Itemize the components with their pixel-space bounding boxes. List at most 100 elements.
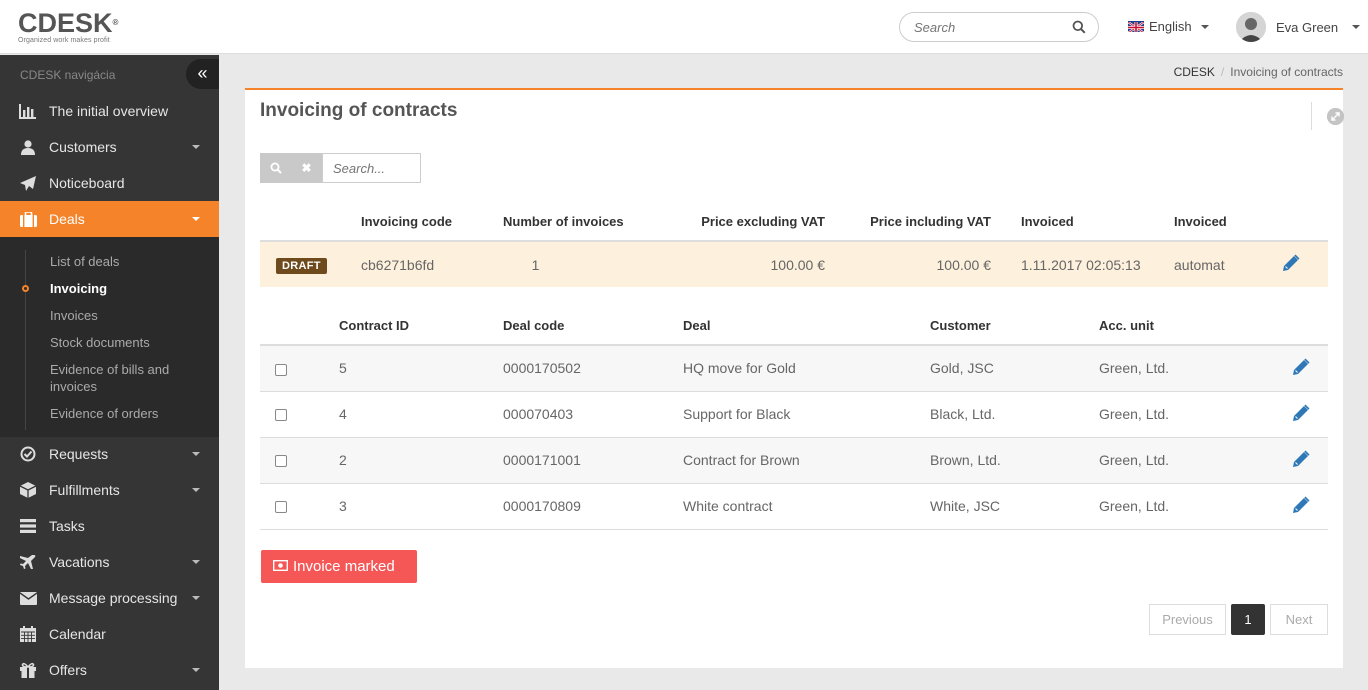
bar-chart-icon [19, 103, 37, 119]
sidebar-item-fulfillments[interactable]: Fulfillments [0, 472, 219, 508]
global-search [899, 12, 1099, 42]
submenu-item-list-of-deals[interactable]: List of deals [50, 253, 200, 270]
sidebar-item-message-processing[interactable]: Message processing [0, 580, 219, 616]
column-header-actions [1259, 307, 1328, 346]
breadcrumb-separator: / [1220, 65, 1225, 79]
submenu-item-invoices[interactable]: Invoices [50, 307, 200, 324]
edit-pencil-icon[interactable] [1291, 403, 1311, 426]
expand-icon[interactable] [1327, 108, 1344, 125]
pagination: Previous 1 Next [1149, 604, 1328, 635]
edit-pencil-icon[interactable] [1291, 449, 1311, 472]
column-header-price-excl-vat[interactable]: Price excluding VAT [653, 203, 825, 242]
column-header-customer[interactable]: Customer [930, 307, 1099, 346]
chevron-down-icon [192, 452, 200, 456]
contract-id-cell: 5 [339, 345, 503, 392]
pagination-next[interactable]: Next [1270, 604, 1328, 635]
row-checkbox[interactable] [275, 501, 287, 514]
cube-icon [19, 482, 37, 498]
chevron-down-icon [1200, 24, 1209, 29]
chevron-down-icon [192, 488, 200, 492]
table-row: 5 0000170502 HQ move for Gold Gold, JSC … [260, 345, 1328, 392]
collapse-sidebar-button[interactable]: « [186, 59, 219, 89]
price-incl-vat-cell: 100.00 € [825, 241, 991, 287]
sidebar-item-offers[interactable]: Offers [0, 652, 219, 688]
row-checkbox[interactable] [275, 409, 287, 422]
sidebar-item-vacations[interactable]: Vacations [0, 544, 219, 580]
edit-pencil-icon[interactable] [1291, 357, 1311, 380]
page-title: Invoicing of contracts [260, 100, 458, 121]
row-checkbox[interactable] [275, 363, 287, 376]
paper-plane-icon [19, 175, 37, 191]
price-excl-vat-cell: 100.00 € [653, 241, 825, 287]
status-badge: DRAFT [276, 257, 327, 274]
filter-clear-button[interactable]: ✖ [291, 153, 322, 183]
acc-unit-cell: Green, Ltd. [1099, 345, 1259, 392]
top-bar: CDESK® Organized work makes profit Engli… [0, 0, 1368, 54]
chevron-down-icon [192, 217, 200, 221]
sidebar-item-noticeboard[interactable]: Noticeboard [0, 165, 219, 201]
customer-cell: Gold, JSC [930, 345, 1099, 392]
submenu-line [25, 250, 26, 430]
breadcrumb-current: Invoicing of contracts [1230, 65, 1343, 79]
briefcase-icon [19, 211, 37, 227]
sidebar-item-calendar[interactable]: Calendar [0, 616, 219, 652]
invoice-marked-button[interactable]: Invoice marked [261, 550, 417, 583]
column-header-price-incl-vat[interactable]: Price including VAT [825, 203, 991, 242]
column-header-deal[interactable]: Deal [683, 307, 930, 346]
content-panel: Invoicing of contracts ✖ Invoicing code … [245, 88, 1344, 668]
chevron-down-icon [1352, 25, 1361, 29]
language-selector[interactable]: English [1128, 19, 1209, 34]
sidebar-item-label: Customers [49, 139, 117, 155]
user-menu[interactable]: Eva Green [1236, 12, 1361, 42]
invoice-count-cell: 1 [503, 241, 653, 287]
check-circle-icon [19, 446, 37, 462]
logo-tagline: Organized work makes profit [18, 37, 110, 44]
customer-cell: Brown, Ltd. [930, 437, 1099, 484]
invoiced-date-cell: 1.11.2017 02:05:13 [991, 241, 1174, 287]
submenu-item-invoicing[interactable]: Invoicing [50, 280, 200, 297]
logo-text: CDESK® [18, 8, 119, 38]
sidebar-item-label: Calendar [49, 626, 106, 642]
row-checkbox[interactable] [275, 455, 287, 468]
submenu-item-stock-documents[interactable]: Stock documents [50, 334, 200, 351]
column-header-status [260, 203, 361, 242]
submenu-item-evidence-of-orders[interactable]: Evidence of orders [50, 405, 200, 422]
column-header-deal-code[interactable]: Deal code [503, 307, 683, 346]
global-search-input[interactable] [914, 20, 1064, 35]
edit-pencil-icon[interactable] [1291, 495, 1311, 518]
filter-search-button[interactable] [260, 153, 291, 183]
sidebar-item-tasks[interactable]: Tasks [0, 508, 219, 544]
column-header-invoicing-code[interactable]: Invoicing code [361, 203, 503, 242]
sidebar-item-customers[interactable]: Customers [0, 129, 219, 165]
breadcrumb: CDESK / Invoicing of contracts [1174, 65, 1343, 79]
edit-pencil-icon[interactable] [1281, 253, 1301, 276]
search-icon[interactable] [1072, 20, 1086, 37]
acc-unit-cell: Green, Ltd. [1099, 483, 1259, 530]
table-row: 2 0000171001 Contract for Brown Brown, L… [260, 437, 1328, 484]
sidebar-item-label: Tasks [49, 518, 85, 534]
filter-search-input[interactable] [322, 153, 421, 183]
contract-id-cell: 2 [339, 437, 503, 484]
sidebar-item-initial-overview[interactable]: The initial overview [0, 93, 219, 129]
acc-unit-cell: Green, Ltd. [1099, 437, 1259, 484]
gift-icon [19, 662, 37, 678]
breadcrumb-root[interactable]: CDESK [1174, 65, 1215, 79]
pagination-previous[interactable]: Previous [1149, 604, 1226, 635]
sidebar-item-deals[interactable]: Deals [0, 201, 219, 237]
column-header-number-of-invoices[interactable]: Number of invoices [503, 203, 653, 242]
pagination-page-1[interactable]: 1 [1231, 604, 1265, 635]
envelope-icon [19, 590, 37, 606]
deals-submenu: List of deals Invoicing Invoices Stock d… [0, 237, 219, 437]
invoicing-table: Invoicing code Number of invoices Price … [260, 203, 1328, 287]
list-icon [19, 518, 37, 534]
avatar [1236, 12, 1266, 42]
column-header-invoiced-by[interactable]: Invoiced [1174, 203, 1261, 242]
column-header-invoiced-date[interactable]: Invoiced [991, 203, 1174, 242]
column-header-acc-unit[interactable]: Acc. unit [1099, 307, 1259, 346]
submenu-item-evidence-of-bills[interactable]: Evidence of bills and invoices [50, 361, 200, 395]
column-header-contract-id[interactable]: Contract ID [339, 307, 503, 346]
logo[interactable]: CDESK® Organized work makes profit [18, 8, 119, 45]
sidebar-item-requests[interactable]: Requests [0, 436, 219, 472]
column-header-select [260, 307, 339, 346]
plane-icon [19, 554, 37, 570]
